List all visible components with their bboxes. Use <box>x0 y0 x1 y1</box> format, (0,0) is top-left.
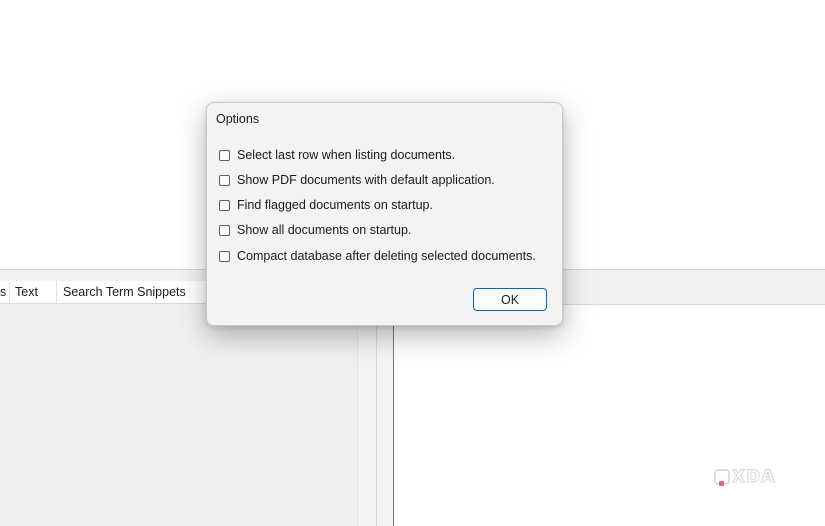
option-label[interactable]: Select last row when listing documents. <box>237 148 455 162</box>
watermark-text: XDA <box>731 467 776 488</box>
column-header-partial[interactable]: s <box>0 285 6 299</box>
option-label[interactable]: Show PDF documents with default applicat… <box>237 173 495 187</box>
option-label[interactable]: Find flagged documents on startup. <box>237 198 433 212</box>
document-list[interactable] <box>0 304 356 526</box>
options-dialog: Options Select last row when listing doc… <box>206 102 563 326</box>
checkbox[interactable] <box>219 174 230 186</box>
option-show-all[interactable]: Show all documents on startup. <box>219 221 411 239</box>
column-separator[interactable] <box>9 281 10 303</box>
column-header-snippets[interactable]: Search Term Snippets <box>63 285 186 299</box>
option-label[interactable]: Compact database after deleting selected… <box>237 249 536 263</box>
column-separator[interactable] <box>56 281 57 303</box>
option-select-last-row[interactable]: Select last row when listing documents. <box>219 146 455 164</box>
dialog-title: Options <box>216 112 260 126</box>
option-compact-database[interactable]: Compact database after deleting selected… <box>219 247 536 265</box>
checkbox[interactable] <box>219 224 230 236</box>
ok-button[interactable]: OK <box>473 288 547 311</box>
xda-watermark: XDA <box>714 467 776 488</box>
column-header-text[interactable]: Text <box>15 285 38 299</box>
checkbox[interactable] <box>219 199 230 211</box>
option-show-pdf-default[interactable]: Show PDF documents with default applicat… <box>219 171 495 189</box>
xda-logo-icon <box>714 469 730 486</box>
checkbox[interactable] <box>219 149 230 161</box>
option-find-flagged[interactable]: Find flagged documents on startup. <box>219 196 433 214</box>
option-label[interactable]: Show all documents on startup. <box>237 223 411 237</box>
checkbox[interactable] <box>219 250 230 262</box>
